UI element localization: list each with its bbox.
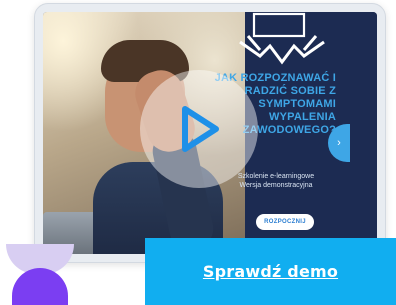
- purple-shape: [12, 268, 68, 305]
- play-button[interactable]: [140, 70, 258, 188]
- check-demo-banner: Sprawdź demo: [145, 238, 396, 305]
- subtitle-line-2: Wersja demonstracyjna: [239, 182, 313, 189]
- check-demo-link[interactable]: Sprawdź demo: [203, 262, 338, 281]
- chevron-right-icon: ›: [337, 137, 341, 149]
- start-button[interactable]: ROZPOCZNIJ: [256, 214, 314, 230]
- play-icon: [182, 106, 219, 152]
- arrows-decoration-icon: [239, 12, 325, 65]
